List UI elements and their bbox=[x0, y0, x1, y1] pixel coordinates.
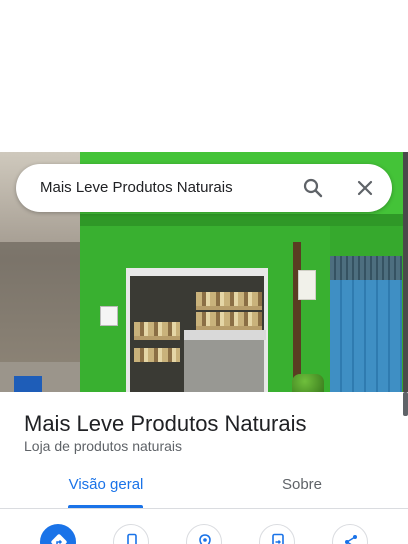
directions-button[interactable] bbox=[40, 524, 76, 544]
place-details-sheet: Mais Leve Produtos Naturais Loja de prod… bbox=[0, 392, 408, 544]
photo-scrollbar[interactable] bbox=[403, 152, 408, 392]
save-place-icon bbox=[199, 534, 211, 544]
phone-icon bbox=[127, 533, 137, 544]
send-to-phone-button[interactable] bbox=[259, 524, 295, 544]
save-place-button[interactable] bbox=[186, 524, 222, 544]
tab-divider bbox=[0, 508, 408, 509]
tab-about[interactable]: Sobre bbox=[262, 476, 342, 506]
call-button[interactable] bbox=[113, 524, 149, 544]
share-button[interactable] bbox=[332, 524, 368, 544]
share-icon bbox=[345, 535, 357, 544]
search-bar[interactable]: Mais Leve Produtos Naturais bbox=[16, 164, 392, 212]
close-icon[interactable] bbox=[353, 176, 377, 200]
send-to-phone-icon bbox=[272, 533, 284, 544]
place-title: Mais Leve Produtos Naturais bbox=[24, 411, 307, 436]
tab-overview[interactable]: Visão geral bbox=[66, 476, 146, 506]
sheet-scrollbar[interactable] bbox=[403, 392, 408, 416]
place-category: Loja de produtos naturais bbox=[24, 438, 182, 454]
blue-shutter bbox=[330, 280, 402, 392]
directions-icon bbox=[51, 534, 67, 544]
search-icon[interactable] bbox=[301, 176, 325, 200]
maps-place-screen: Mais Leve Produtos Naturais Mais Leve Pr… bbox=[0, 0, 408, 544]
search-query[interactable]: Mais Leve Produtos Naturais bbox=[40, 164, 233, 212]
store-sign bbox=[298, 270, 316, 300]
